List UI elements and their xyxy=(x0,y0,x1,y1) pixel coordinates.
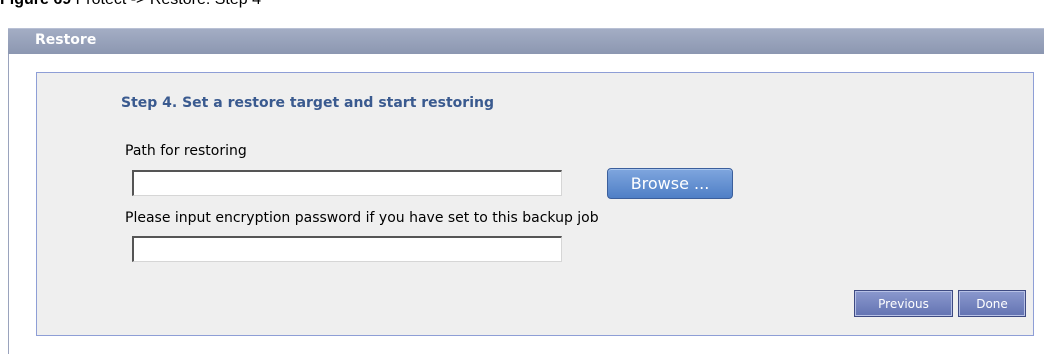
previous-button[interactable]: Previous xyxy=(854,290,953,317)
figure-caption-text: Protect -> Restore: Step 4 xyxy=(76,0,261,8)
path-label: Path for restoring xyxy=(125,143,247,159)
restore-path-input[interactable] xyxy=(132,170,562,196)
browse-button[interactable]: Browse ... xyxy=(607,168,733,199)
panel-title: Restore xyxy=(35,32,97,48)
panel-header: Restore xyxy=(8,28,1044,54)
password-label: Please input encryption password if you … xyxy=(125,210,599,226)
figure-number: Figure 69 xyxy=(0,0,71,8)
encryption-password-input[interactable] xyxy=(132,236,562,262)
step-title: Step 4. Set a restore target and start r… xyxy=(121,95,494,111)
figure-caption: Figure 69 Protect -> Restore: Step 4 xyxy=(0,0,261,11)
done-button[interactable]: Done xyxy=(958,290,1026,317)
